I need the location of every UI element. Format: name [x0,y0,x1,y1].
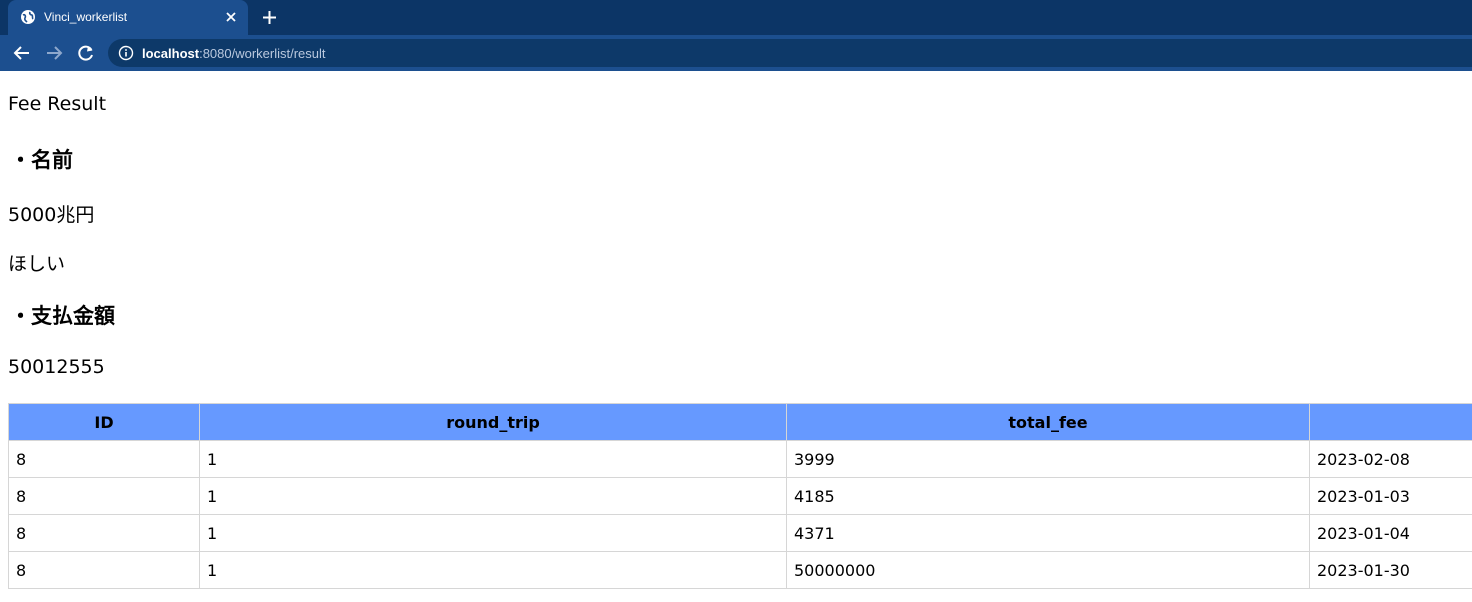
arrow-left-icon[interactable] [12,43,32,63]
tab-title: Vinci_workerlist [44,10,128,24]
browser-tab[interactable]: Vinci_workerlist [8,0,248,35]
column-header-round-trip: round_trip [199,403,787,441]
reload-icon[interactable] [76,43,96,63]
cell-date: 2023-01-30 [1309,551,1472,589]
table-row: 8 1 4371 2023-01-04 [8,514,1472,552]
url-text[interactable]: localhost:8080/workerlist/result [142,46,326,61]
arrow-right-icon[interactable] [44,43,64,63]
cell-round-trip: 1 [199,514,787,552]
browser-toolbar: localhost:8080/workerlist/result [0,35,1472,71]
cell-id: 8 [8,440,200,478]
cell-date: 2023-01-03 [1309,477,1472,515]
table-row: 8 1 50000000 2023-01-30 [8,551,1472,589]
cell-total-fee: 3999 [786,440,1310,478]
cell-id: 8 [8,477,200,515]
cell-total-fee: 4185 [786,477,1310,515]
cell-date: 2023-01-04 [1309,514,1472,552]
fee-table: ID round_trip total_fee 8 1 3999 2023-02… [8,403,1472,589]
cell-round-trip: 1 [199,551,787,589]
cell-round-trip: 1 [199,477,787,515]
page-content: Fee Result ・名前 5000兆円 ほしい ・支払金額 50012555… [0,71,1472,602]
cell-id: 8 [8,551,200,589]
close-icon[interactable] [224,10,238,24]
url-host: localhost [142,46,200,61]
amount-section-title: ・支払金額 [10,304,115,328]
table-row: 8 1 3999 2023-02-08 [8,440,1472,478]
table-header-row: ID round_trip total_fee [8,403,1472,441]
name-value: 5000兆円 [8,204,95,226]
browser-tabstrip: Vinci_workerlist [0,0,1472,35]
cell-total-fee: 4371 [786,514,1310,552]
cell-date: 2023-02-08 [1309,440,1472,478]
page-title: Fee Result [8,93,107,115]
address-bar[interactable]: localhost:8080/workerlist/result [108,39,1472,67]
cell-total-fee: 50000000 [786,551,1310,589]
name-note: ほしい [8,253,66,275]
cell-round-trip: 1 [199,440,787,478]
table-row: 8 1 4185 2023-01-03 [8,477,1472,515]
column-header-id: ID [8,403,200,441]
info-icon[interactable] [118,45,134,61]
cell-id: 8 [8,514,200,552]
globe-icon [21,10,35,24]
url-path: :8080/workerlist/result [199,46,326,61]
plus-icon[interactable] [261,9,278,26]
name-section-title: ・名前 [10,148,73,172]
column-header-date [1309,403,1472,441]
column-header-total-fee: total_fee [786,403,1310,441]
amount-value: 50012555 [8,356,105,378]
